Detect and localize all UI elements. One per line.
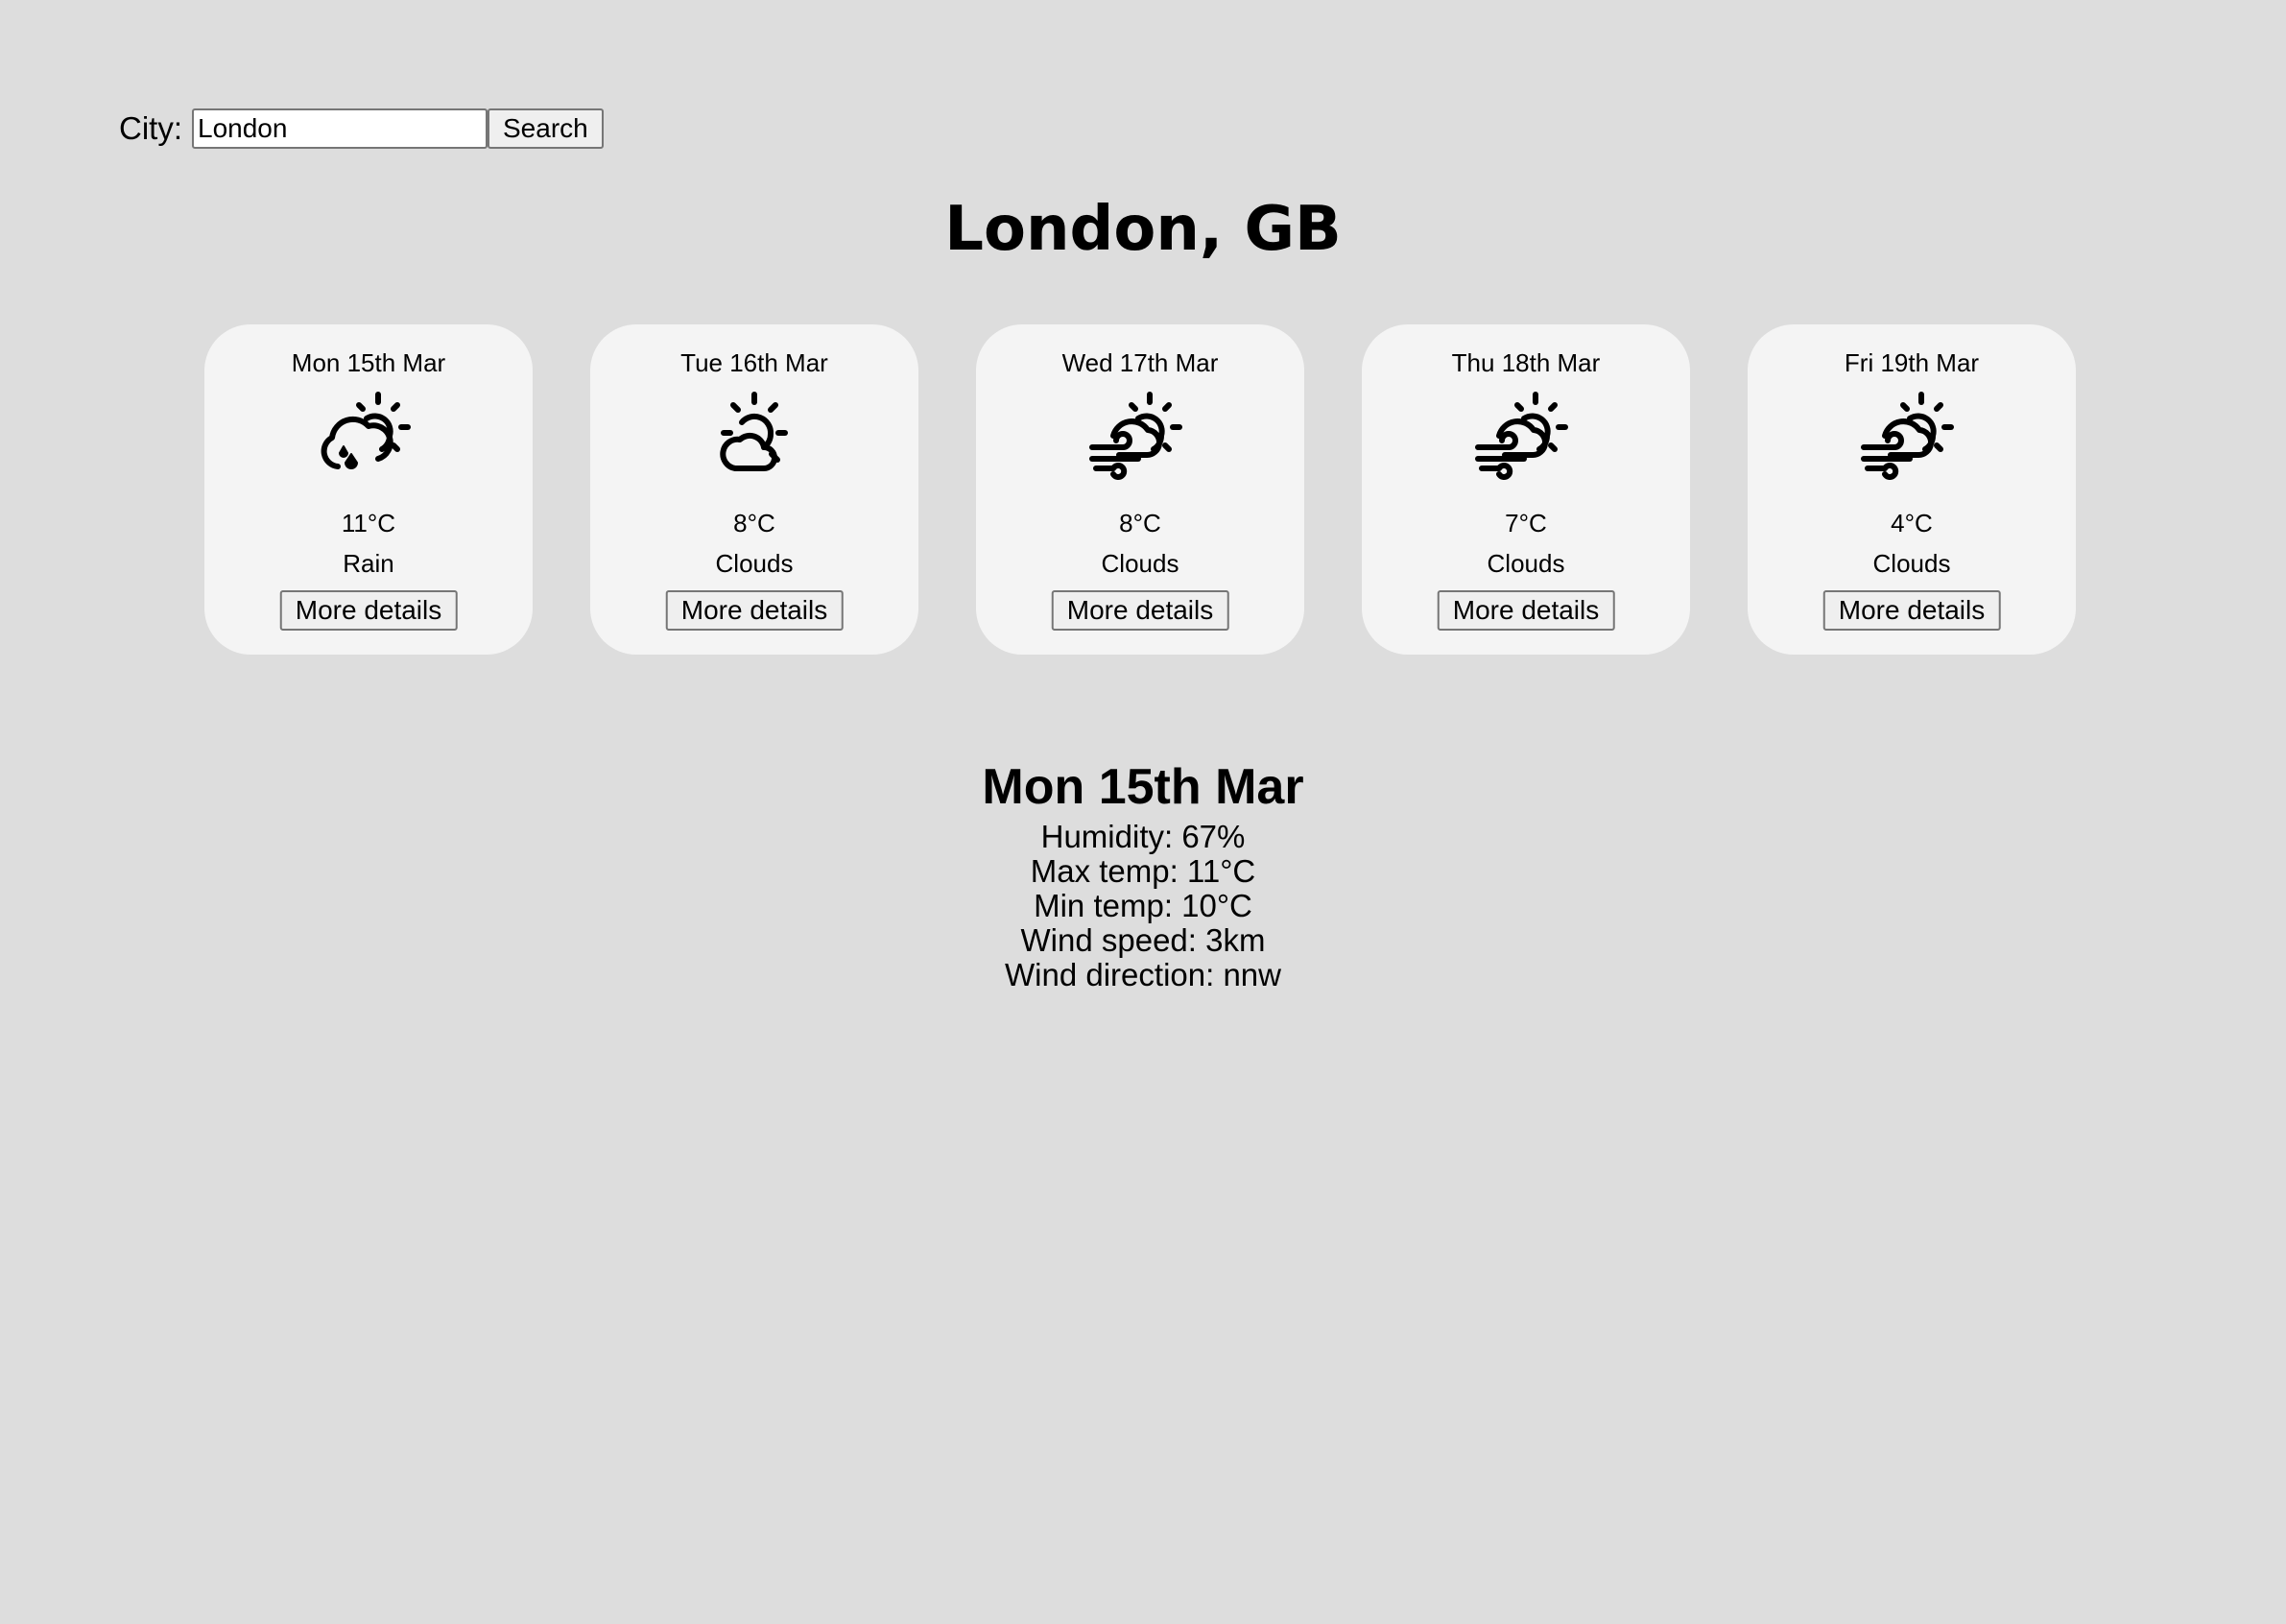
forecast-card: Tue 16th Mar 8°C Clouds More details	[590, 324, 918, 655]
card-condition: Clouds	[1487, 549, 1565, 578]
more-details-button[interactable]: More details	[1437, 590, 1615, 631]
sun-cloud-wind-icon	[1089, 392, 1182, 480]
card-date: Wed 17th Mar	[1061, 348, 1219, 377]
card-date: Mon 15th Mar	[291, 348, 446, 377]
location-title: London, GB	[944, 194, 1342, 265]
card-date: Fri 19th Mar	[1844, 348, 1980, 377]
card-condition: Clouds	[715, 549, 794, 578]
card-condition: Clouds	[1101, 549, 1179, 578]
card-temp: 11°C	[341, 509, 396, 537]
card-temp: 8°C	[1119, 509, 1161, 537]
forecast-card: Fri 19th Mar 4°C Clouds More details	[1748, 324, 2076, 655]
card-condition: Clouds	[1872, 549, 1951, 578]
more-details-button[interactable]: More details	[665, 590, 844, 631]
wind-direction-value: Wind direction: nnw	[1005, 957, 1281, 992]
card-date: Thu 18th Mar	[1451, 348, 1601, 377]
forecast-card: Wed 17th Mar 8°C Clouds More details	[976, 324, 1304, 655]
more-details-button[interactable]: More details	[1051, 590, 1229, 631]
more-details-button[interactable]: More details	[1822, 590, 2001, 631]
humidity-value: Humidity: 67%	[1040, 819, 1246, 854]
wind-speed-value: Wind speed: 3km	[1020, 922, 1266, 958]
card-condition: Rain	[343, 549, 394, 578]
card-temp: 7°C	[1505, 509, 1547, 537]
forecast-card: Mon 15th Mar 11°C Rain More details	[204, 324, 533, 655]
search-form: City: Search	[119, 108, 604, 149]
sun-cloud-wind-icon	[1861, 392, 1954, 480]
more-details-button[interactable]: More details	[279, 590, 458, 631]
details-panel: Mon 15th Mar Humidity: 67% Max temp: 11°…	[0, 754, 2286, 992]
card-date: Tue 16th Mar	[680, 348, 828, 377]
city-input[interactable]	[192, 108, 488, 149]
max-temp-value: Max temp: 11°C	[1030, 853, 1256, 889]
details-date: Mon 15th Mar	[982, 759, 1304, 815]
forecast-cards: Mon 15th Mar 11°C Rain More details Tue …	[204, 324, 2076, 655]
city-label: City:	[119, 110, 182, 146]
search-button[interactable]: Search	[488, 108, 604, 149]
card-temp: 8°C	[733, 509, 775, 537]
sun-cloud-wind-icon	[1475, 392, 1568, 480]
card-temp: 4°C	[1891, 509, 1933, 537]
forecast-card: Thu 18th Mar 7°C Clouds More details	[1362, 324, 1690, 655]
min-temp-value: Min temp: 10°C	[1034, 888, 1252, 923]
cloud-sun-rain-icon	[321, 392, 411, 469]
sun-cloud-icon	[720, 392, 788, 471]
